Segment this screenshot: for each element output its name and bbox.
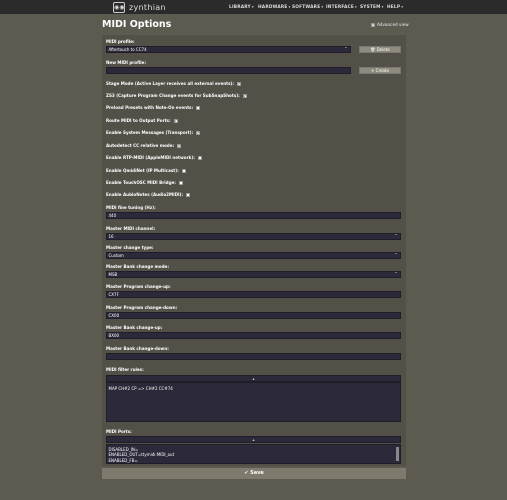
menu-hardware-label: HARDWARE (258, 4, 288, 10)
menu-help-label: HELP (387, 4, 401, 10)
menu-software[interactable]: SOFTWARE ▾ (292, 0, 323, 14)
port-line: ENABLED_FB= (108, 457, 138, 463)
option-stage-mode[interactable]: Stage Mode (Active Layer receives all ex… (106, 81, 242, 86)
menu-help[interactable]: HELP ▾ (387, 0, 403, 14)
option-label: Route MIDI to Output Ports: (106, 118, 171, 123)
fine-tuning-label: MIDI fine tuning (Hz): (106, 205, 156, 210)
option-label: Enable System Messages (Transport): (106, 130, 194, 135)
midi-ports-label: MIDI Ports: (106, 429, 132, 434)
filter-rules-label: MIDI filter rules: (106, 367, 144, 372)
option-touchosc[interactable]: Enable TouchOSC MIDI Bridge: (106, 180, 183, 185)
menu-library-label: LIBRARY (229, 4, 251, 10)
save-button[interactable]: ✔ Save (102, 468, 406, 479)
option-checkbox[interactable] (186, 192, 191, 197)
new-profile-input[interactable] (106, 67, 351, 74)
master-bank-down-label: Master Bank change-down: (106, 346, 169, 351)
option-checkbox[interactable] (237, 81, 242, 86)
option-label: Preload Presets with Note-On events: (106, 105, 194, 110)
menu-interface[interactable]: INTERFACE ▾ (326, 0, 357, 14)
menu-system[interactable]: SYSTEM ▾ (360, 0, 384, 14)
master-bank-mode-select[interactable]: MSB (106, 271, 401, 278)
midi-ports-textarea[interactable]: DISABLED_IN= ENABLED_OUT=ttymidi:MIDI_ou… (106, 444, 401, 464)
option-route-midi[interactable]: Route MIDI to Output Ports: (106, 118, 178, 123)
menu-interface-label: INTERFACE (326, 4, 355, 10)
option-checkbox[interactable] (242, 93, 247, 98)
filter-rules-textarea[interactable]: MAP CH#2 CP => CH#2 CC#74 (106, 382, 401, 422)
logo-icon: ◉◉ (113, 1, 125, 13)
page-title: MIDI Options (102, 19, 172, 30)
midi-profile-select[interactable]: Aftertouch to CC74 (106, 46, 351, 53)
delete-profile-button[interactable]: 🗑 Delete (359, 46, 401, 53)
master-bank-up-input[interactable]: BX00 (106, 332, 401, 339)
option-label: Enable AubioNotes (Audio2MIDI): (106, 192, 184, 197)
option-checkbox[interactable] (196, 105, 201, 110)
top-navbar: ◉◉ zynthian LIBRARY ▾ HARDWARE ▾ SOFTWARE ▾… (0, 0, 507, 14)
option-checkbox[interactable] (177, 143, 182, 148)
chevron-down-icon: ▾ (321, 5, 324, 9)
option-preload-presets[interactable]: Preload Presets with Note-On events: (106, 105, 201, 110)
advanced-view-checkbox[interactable] (371, 22, 375, 27)
master-prog-up-input[interactable]: CX7F (106, 291, 401, 298)
create-profile-button[interactable]: + Create (359, 67, 401, 74)
filter-rules-toolbar[interactable]: ▴ (106, 375, 401, 382)
master-prog-down-input[interactable]: CX00 (106, 312, 401, 319)
chevron-down-icon: ▾ (288, 5, 291, 9)
option-zs3[interactable]: ZS3 (Capture Program Change events for S… (106, 93, 247, 98)
advanced-view-toggle[interactable]: Advanced view (371, 22, 409, 27)
option-label: Autodetect CC relative mode: (106, 143, 175, 148)
master-change-type-label: Master change type: (106, 245, 154, 250)
advanced-view-label: Advanced view (377, 22, 409, 27)
menu-system-label: SYSTEM (360, 4, 381, 10)
scrollbar[interactable] (396, 447, 399, 461)
option-qmidinet[interactable]: Enable QmidiNet (IP Multicast): (106, 168, 186, 173)
brand-name: zynthian (129, 2, 166, 12)
master-change-type-select[interactable]: Custom (106, 252, 401, 259)
option-label: ZS3 (Capture Program Change events for S… (106, 93, 240, 98)
fine-tuning-input[interactable]: 440 (106, 212, 401, 219)
master-prog-up-label: Master Program change-up: (106, 284, 171, 289)
option-label: Stage Mode (Active Layer receives all ex… (106, 81, 235, 86)
option-aubionotes[interactable]: Enable AubioNotes (Audio2MIDI): (106, 192, 191, 197)
option-autodetect-cc[interactable]: Autodetect CC relative mode: (106, 143, 182, 148)
option-checkbox[interactable] (196, 130, 201, 135)
master-channel-label: Master MIDI channel: (106, 226, 156, 231)
chevron-down-icon: ▾ (381, 5, 384, 9)
chevron-down-icon: ▾ (401, 5, 404, 9)
option-checkbox[interactable] (197, 155, 202, 160)
master-prog-down-label: Master Program change-down: (106, 305, 178, 310)
option-label: Enable QmidiNet (IP Multicast): (106, 168, 179, 173)
chevron-down-icon: ▾ (251, 5, 254, 9)
option-checkbox[interactable] (173, 118, 178, 123)
option-checkbox[interactable] (178, 180, 183, 185)
option-label: Enable RTP-MIDI (AppleMIDI network): (106, 155, 195, 160)
option-rtp-midi[interactable]: Enable RTP-MIDI (AppleMIDI network): (106, 155, 202, 160)
master-bank-mode-label: Master Bank change mode: (106, 264, 169, 269)
option-system-messages[interactable]: Enable System Messages (Transport): (106, 130, 201, 135)
option-label: Enable TouchOSC MIDI Bridge: (106, 180, 176, 185)
midi-ports-toolbar[interactable]: ▴ (106, 436, 401, 443)
new-profile-label: New MIDI profile: (106, 60, 146, 65)
option-checkbox[interactable] (181, 168, 186, 173)
menu-library[interactable]: LIBRARY ▾ (229, 0, 254, 14)
midi-profile-label: MIDI profile: (106, 39, 135, 44)
master-channel-select[interactable]: 16 (106, 233, 401, 240)
master-bank-up-label: Master Bank change-up: (106, 325, 163, 330)
menu-software-label: SOFTWARE (292, 4, 321, 10)
menu-hardware[interactable]: HARDWARE ▾ (258, 0, 290, 14)
master-bank-down-input[interactable] (106, 353, 401, 360)
brand-logo[interactable]: ◉◉ zynthian (113, 1, 166, 13)
chevron-down-icon: ▾ (355, 5, 357, 9)
